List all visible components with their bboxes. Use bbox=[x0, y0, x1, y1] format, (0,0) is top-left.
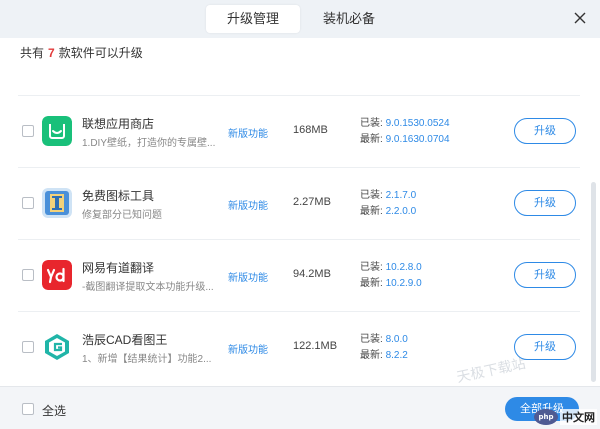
latest-value: 9.0.1630.0704 bbox=[385, 134, 450, 145]
upgrade-list: 联想应用商店 1.DIY壁纸，打造你的专属壁... 新版功能 168MB 已装:… bbox=[18, 66, 580, 382]
app-name: 网易有道翻译 bbox=[82, 261, 155, 275]
upgrade-button[interactable]: 升级 bbox=[514, 190, 576, 216]
installed-version: 已装: 8.0.0 bbox=[360, 330, 408, 345]
installed-value: 2.1.7.0 bbox=[385, 190, 417, 201]
gstarcad-icon bbox=[42, 332, 72, 362]
installed-version: 已装: 2.1.7.0 bbox=[360, 186, 416, 201]
installed-label: 已装: bbox=[360, 190, 383, 201]
row-checkbox[interactable] bbox=[22, 341, 34, 353]
app-name: 联想应用商店 bbox=[82, 117, 155, 131]
latest-value: 2.2.0.0 bbox=[385, 206, 417, 217]
app-size: 122.1MB bbox=[293, 340, 338, 352]
installed-value: 9.0.1530.0524 bbox=[385, 118, 450, 129]
app-description: 修复部分已知问题 bbox=[82, 210, 162, 221]
app-size: 94.2MB bbox=[293, 268, 331, 280]
latest-version: 最新: 8.2.2 bbox=[360, 346, 408, 361]
latest-label: 最新: bbox=[360, 278, 383, 289]
close-icon[interactable] bbox=[570, 8, 590, 28]
footer-bar: 全选 全部升级 bbox=[0, 386, 600, 429]
list-scrollbar[interactable] bbox=[591, 182, 596, 382]
list-item-partial bbox=[18, 66, 580, 96]
upgrade-count: 7 bbox=[48, 46, 55, 60]
app-description: 1.DIY壁纸，打造你的专属壁... bbox=[82, 138, 216, 149]
select-all-label[interactable]: 全选 bbox=[42, 402, 66, 419]
site-logo-text: 中文网 bbox=[560, 409, 597, 425]
php-logo-icon: php bbox=[534, 409, 558, 425]
new-feature-link[interactable]: 新版功能 bbox=[228, 197, 268, 212]
app-description: 1、新增【结果统计】功能2... bbox=[82, 354, 212, 365]
latest-label: 最新: bbox=[360, 206, 383, 217]
row-checkbox[interactable] bbox=[22, 269, 34, 281]
latest-version: 最新: 2.2.0.0 bbox=[360, 202, 416, 217]
latest-label: 最新: bbox=[360, 134, 383, 145]
tab-upgrade-management[interactable]: 升级管理 bbox=[206, 5, 300, 33]
lenovo-store-icon bbox=[42, 116, 72, 146]
app-name: 浩辰CAD看图王 bbox=[82, 333, 168, 347]
summary-suffix: 款软件可以升级 bbox=[58, 46, 143, 60]
app-name: 免费图标工具 bbox=[82, 189, 155, 203]
new-feature-link[interactable]: 新版功能 bbox=[228, 341, 268, 356]
row-checkbox[interactable] bbox=[22, 125, 34, 137]
row-checkbox[interactable] bbox=[22, 197, 34, 209]
app-size: 2.27MB bbox=[293, 196, 331, 208]
latest-value: 8.2.2 bbox=[385, 350, 408, 361]
new-feature-link[interactable]: 新版功能 bbox=[228, 269, 268, 284]
installed-version: 已装: 10.2.8.0 bbox=[360, 258, 422, 273]
latest-version: 最新: 10.2.9.0 bbox=[360, 274, 422, 289]
new-feature-link[interactable]: 新版功能 bbox=[228, 125, 268, 140]
installed-value: 8.0.0 bbox=[385, 334, 408, 345]
youdao-icon bbox=[42, 260, 72, 290]
upgrade-button[interactable]: 升级 bbox=[514, 118, 576, 144]
list-item: 免费图标工具 修复部分已知问题 新版功能 2.27MB 已装: 2.1.7.0 … bbox=[18, 168, 580, 240]
tab-bar: 升级管理 装机必备 bbox=[206, 5, 394, 33]
tab-essential-install[interactable]: 装机必备 bbox=[304, 5, 394, 33]
installed-label: 已装: bbox=[360, 118, 383, 129]
latest-value: 10.2.9.0 bbox=[385, 278, 422, 289]
installed-version: 已装: 9.0.1530.0524 bbox=[360, 114, 450, 129]
summary-prefix: 共有 bbox=[20, 46, 45, 60]
list-item: 网易有道翻译 -截图翻译提取文本功能升级... 新版功能 94.2MB 已装: … bbox=[18, 240, 580, 312]
app-description: -截图翻译提取文本功能升级... bbox=[82, 282, 214, 293]
latest-label: 最新: bbox=[360, 350, 383, 361]
installed-label: 已装: bbox=[360, 262, 383, 273]
icon-tool-icon bbox=[42, 188, 72, 218]
latest-version: 最新: 9.0.1630.0704 bbox=[360, 130, 450, 145]
select-all-checkbox[interactable] bbox=[22, 403, 34, 415]
site-logo: php 中文网 bbox=[534, 406, 598, 428]
upgrade-summary: 共有 7 款软件可以升级 bbox=[20, 44, 143, 62]
installed-value: 10.2.8.0 bbox=[385, 262, 422, 273]
installed-label: 已装: bbox=[360, 334, 383, 345]
app-size: 168MB bbox=[293, 124, 328, 136]
upgrade-button[interactable]: 升级 bbox=[514, 262, 576, 288]
list-item: 联想应用商店 1.DIY壁纸，打造你的专属壁... 新版功能 168MB 已装:… bbox=[18, 96, 580, 168]
title-bar: 升级管理 装机必备 bbox=[0, 0, 600, 38]
